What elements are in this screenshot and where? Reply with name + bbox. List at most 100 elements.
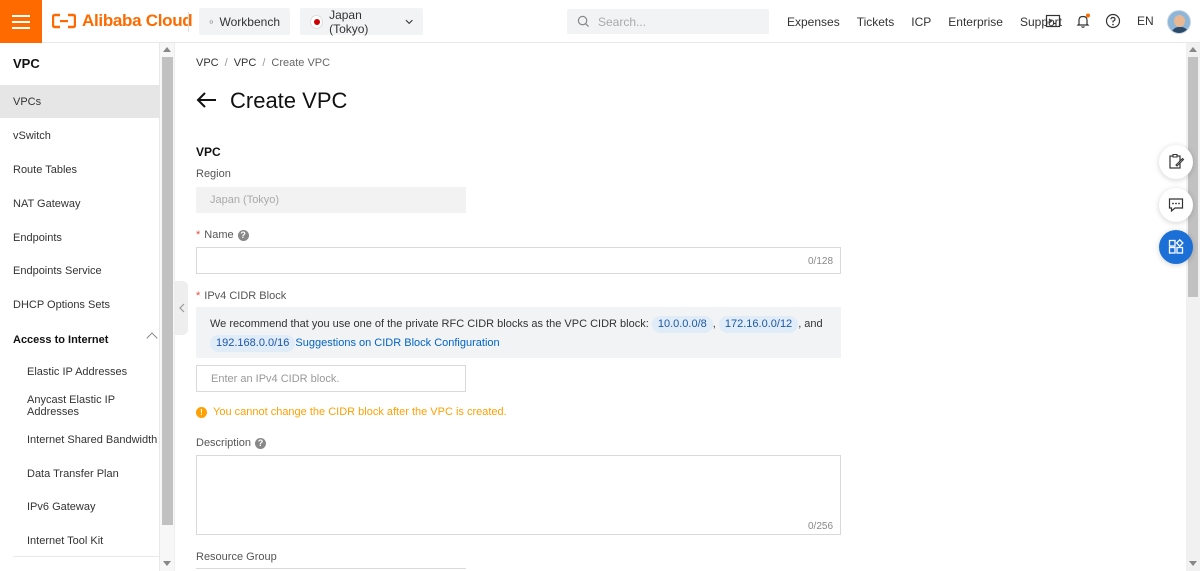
name-char-counter: 0/128	[808, 256, 834, 267]
required-mark: *	[196, 229, 201, 241]
back-arrow-icon[interactable]	[196, 91, 218, 109]
sidebar-item-data-transfer-plan[interactable]: Data Transfer Plan	[0, 457, 160, 490]
nav-link-tickets[interactable]: Tickets	[857, 15, 895, 29]
top-bar: Alibaba Cloud Workbench Japan (Tokyo) Se…	[0, 0, 1200, 43]
description-textarea[interactable]	[196, 455, 841, 535]
apps-grid-icon	[1168, 238, 1184, 254]
sidebar-item-anycast-eip[interactable]: Anycast Elastic IP Addresses	[0, 389, 160, 422]
sidebar-scrollbar[interactable]	[160, 43, 175, 571]
terminal-icon[interactable]	[1045, 13, 1061, 29]
nav-link-expenses[interactable]: Expenses	[787, 15, 840, 29]
menu-hamburger-icon[interactable]	[0, 0, 42, 43]
chat-button[interactable]	[1159, 188, 1193, 222]
sidebar-scroll-thumb[interactable]	[162, 57, 173, 525]
sidebar-item-label: IPv6 Gateway	[27, 500, 96, 513]
alibaba-logo-icon	[52, 13, 76, 29]
sidebar-item-internet-tool-kit[interactable]: Internet Tool Kit	[0, 524, 160, 557]
cidr-tag-192[interactable]: 192.168.0.0/16	[210, 335, 296, 352]
sidebar: VPC VPCs vSwitch Route Tables NAT Gatewa…	[0, 43, 160, 571]
sidebar-item-label: Anycast Elastic IP Addresses	[27, 393, 115, 418]
sidebar-item-internet-shared-bandwidth[interactable]: Internet Shared Bandwidth	[0, 423, 160, 456]
chevron-down-icon	[405, 19, 413, 24]
cidr-suggestions-link[interactable]: Suggestions on CIDR Block Configuration	[295, 337, 499, 349]
sidebar-collapse-button[interactable]	[175, 281, 188, 335]
nav-link-icp[interactable]: ICP	[911, 15, 931, 29]
workbench-button[interactable]: Workbench	[199, 8, 290, 35]
required-mark: *	[196, 290, 201, 302]
sidebar-item-elastic-ip-addresses[interactable]: Elastic IP Addresses	[0, 355, 160, 388]
help-icon[interactable]: ?	[237, 229, 249, 241]
sidebar-item-label: Route Tables	[13, 163, 78, 176]
sidebar-item-label: Endpoints Service	[13, 264, 102, 277]
sidebar-item-dhcp-options-sets[interactable]: DHCP Options Sets	[0, 288, 160, 321]
brand-name: Alibaba Cloud	[82, 11, 193, 30]
scroll-up-arrow-icon[interactable]	[163, 47, 171, 52]
breadcrumb-separator: /	[224, 57, 228, 69]
sidebar-item-endpoints[interactable]: Endpoints	[0, 221, 160, 254]
user-avatar[interactable]	[1167, 10, 1191, 34]
workbench-label: Workbench	[219, 14, 280, 29]
language-switch[interactable]: EN	[1137, 14, 1154, 28]
sidebar-item-route-tables[interactable]: Route Tables	[0, 153, 160, 186]
sidebar-item-label: vSwitch	[13, 129, 51, 142]
description-label-text: Description	[196, 437, 252, 449]
cidr-label-text: IPv4 CIDR Block	[204, 290, 287, 302]
cidr-recommendation-tip: We recommend that you use one of the pri…	[196, 307, 841, 358]
cidr-warning: ! You cannot change the CIDR block after…	[196, 406, 507, 418]
cidr-tag-172[interactable]: 172.16.0.0/12	[718, 316, 799, 333]
cidr-comma: ,	[712, 318, 716, 330]
home-icon	[209, 19, 213, 24]
sidebar-item-label: Data Transfer Plan	[27, 467, 119, 480]
apps-button[interactable]	[1159, 230, 1193, 264]
bell-icon[interactable]	[1075, 13, 1091, 29]
chevron-left-icon	[178, 303, 184, 313]
page-title: Create VPC	[230, 88, 348, 113]
resource-group-label-text: Resource Group	[196, 551, 277, 563]
scroll-up-arrow-icon[interactable]	[1189, 47, 1197, 52]
search-icon	[577, 15, 590, 28]
sidebar-item-endpoints-service[interactable]: Endpoints Service	[0, 254, 160, 287]
help-icon[interactable]: ?	[255, 437, 267, 449]
main-scroll-thumb[interactable]	[1188, 57, 1198, 297]
feedback-button[interactable]	[1159, 145, 1193, 179]
help-icon[interactable]	[1105, 13, 1121, 29]
warning-icon: !	[196, 406, 207, 418]
alibaba-cloud-logo[interactable]: Alibaba Cloud	[52, 10, 193, 32]
description-field-label: Description ?	[196, 437, 267, 449]
edit-note-icon	[1169, 153, 1185, 169]
sidebar-divider	[13, 556, 160, 557]
sidebar-item-label: Internet Shared Bandwidth	[27, 433, 158, 446]
sidebar-item-nat-gateway[interactable]: NAT Gateway	[0, 187, 160, 220]
region-field: Japan (Tokyo)	[196, 187, 466, 213]
name-input[interactable]	[196, 247, 841, 274]
scroll-down-arrow-icon[interactable]	[163, 561, 171, 566]
sidebar-item-vswitch[interactable]: vSwitch	[0, 119, 160, 152]
sidebar-item-label: Elastic IP Addresses	[27, 365, 128, 378]
search-input[interactable]: Search...	[567, 9, 769, 34]
sidebar-item-label: NAT Gateway	[13, 197, 81, 210]
name-label-text: Name	[204, 229, 234, 241]
cidr-tag-10[interactable]: 10.0.0.0/8	[651, 316, 713, 333]
cidr-tip-text: We recommend that you use one of the pri…	[210, 318, 649, 330]
warning-text: You cannot change the CIDR block after t…	[213, 406, 507, 418]
sidebar-group-label: Access to Internet	[13, 333, 109, 346]
sidebar-group-access-to-internet[interactable]: Access to Internet	[0, 323, 160, 356]
breadcrumb-vpc[interactable]: VPC	[196, 57, 219, 69]
sidebar-title: VPC	[13, 56, 40, 71]
search-placeholder: Search...	[598, 14, 647, 29]
breadcrumb-vpc-list[interactable]: VPC	[234, 57, 257, 69]
region-selector[interactable]: Japan (Tokyo)	[300, 8, 423, 36]
main-scrollbar[interactable]	[1186, 43, 1200, 571]
resource-group-label: Resource Group	[196, 551, 277, 563]
sidebar-item-vpcs[interactable]: VPCs	[0, 85, 160, 118]
cidr-input[interactable]: Enter an IPv4 CIDR block.	[196, 365, 466, 392]
cidr-field-label: * IPv4 CIDR Block	[196, 290, 286, 302]
nav-link-enterprise[interactable]: Enterprise	[948, 15, 1003, 29]
sidebar-item-ipv6-gateway[interactable]: IPv6 Gateway	[0, 490, 160, 523]
scroll-down-arrow-icon[interactable]	[1189, 561, 1197, 566]
sidebar-item-label: VPCs	[13, 95, 42, 108]
breadcrumb-current: Create VPC	[271, 57, 331, 69]
chevron-up-icon	[146, 332, 158, 344]
cidr-and: , and	[798, 318, 823, 330]
top-nav-links: Expenses Tickets ICP Enterprise Support	[787, 0, 1062, 43]
